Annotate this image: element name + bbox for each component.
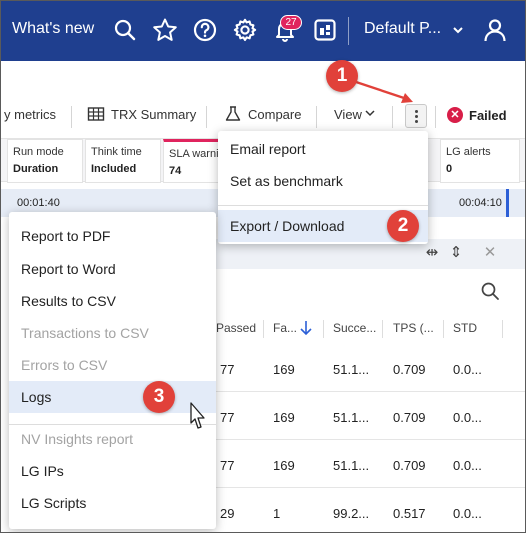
top-header: What's new 27 Default P... — [1, 1, 525, 61]
collapse-vertical-icon[interactable]: ⇕ — [447, 244, 465, 262]
table-cell: 0.709 — [393, 458, 426, 473]
table-cell: 0.517 — [393, 506, 426, 521]
menu-item-lg-scripts[interactable]: LG Scripts — [9, 487, 216, 519]
table-cell: 0.0... — [453, 458, 482, 473]
table-cell: 51.1... — [333, 410, 370, 425]
expand-horizontal-icon[interactable]: ⇹ — [423, 244, 441, 262]
card-think-time: Think time Included — [85, 139, 161, 183]
timeline-end: 00:04:10 — [459, 197, 502, 209]
table-row[interactable]: 77 169 51.1... 0.709 0.0... — [216, 440, 525, 488]
table-cell: 77 — [220, 362, 235, 377]
menu-item-results-csv[interactable]: Results to CSV — [9, 285, 216, 317]
export-submenu: Report to PDF Report to Word Results to … — [9, 212, 216, 529]
table-cell: 29 — [220, 506, 235, 521]
table-cell: 51.1... — [333, 458, 370, 473]
table-cell: 1 — [273, 506, 281, 521]
whats-new-link[interactable]: What's new — [12, 20, 94, 38]
column-header[interactable]: Succe... — [333, 321, 376, 335]
flask-icon — [225, 106, 241, 121]
column-header[interactable]: TPS (... — [393, 321, 434, 335]
toolbar-divider — [316, 106, 317, 128]
toolbar-divider — [206, 106, 207, 128]
close-icon[interactable]: ✕ — [481, 244, 499, 262]
app-window: What's new 27 Default P... y metrics TRX… — [0, 0, 526, 533]
step-marker-2: 2 — [387, 210, 419, 242]
table-cell: 77 — [220, 458, 235, 473]
menu-item-errors-csv: Errors to CSV — [21, 357, 108, 373]
run-status-label: Failed — [469, 108, 507, 123]
column-divider — [443, 320, 444, 338]
card-label: SLA warni — [169, 148, 219, 160]
table-cell: 77 — [220, 410, 235, 425]
card-label: Run mode — [13, 146, 64, 158]
table-row[interactable]: 77 169 51.1... 0.709 0.0... — [216, 392, 525, 440]
column-divider — [263, 320, 264, 338]
card-run-mode: Run mode Duration — [7, 139, 83, 183]
menu-divider — [218, 205, 428, 206]
chevron-down-icon[interactable] — [451, 23, 465, 37]
table-cell: 169 — [273, 458, 295, 473]
trx-summary-button[interactable]: TRX Summary — [111, 107, 196, 122]
toolbar-divider — [435, 106, 436, 128]
column-header[interactable]: STD — [453, 321, 477, 335]
card-value: 74 — [169, 165, 182, 177]
column-header[interactable]: Fa... — [273, 321, 297, 335]
card-sla-warnings: SLA warni 74 — [163, 139, 225, 183]
search-icon[interactable] — [480, 281, 500, 301]
menu-item-lg-ips[interactable]: LG IPs — [9, 455, 216, 487]
table-cell: 51.1... — [333, 362, 370, 377]
card-label: Think time — [91, 146, 142, 158]
card-value: 0 — [446, 163, 453, 175]
table-cell: 0.0... — [453, 506, 482, 521]
table-icon — [87, 107, 105, 121]
step-marker-3: 3 — [143, 381, 175, 413]
table-row[interactable]: 29 1 99.2... 0.517 0.0... — [216, 488, 525, 532]
column-divider — [323, 320, 324, 338]
user-icon[interactable] — [482, 17, 508, 43]
menu-item-nv-insights: NV Insights report — [21, 431, 134, 447]
star-icon[interactable] — [152, 17, 178, 43]
toolbar-divider — [71, 106, 72, 128]
mouse-cursor-icon — [190, 402, 205, 429]
table-cell: 99.2... — [333, 506, 370, 521]
menu-item-email-report[interactable]: Email report — [218, 133, 428, 165]
card-label: LG alerts — [446, 146, 491, 158]
gear-icon[interactable] — [232, 17, 258, 43]
notification-badge: 27 — [280, 15, 302, 30]
header-divider — [348, 17, 349, 45]
table-cell: 169 — [273, 410, 295, 425]
card-value: Duration — [13, 163, 59, 175]
sort-descending-icon[interactable] — [299, 319, 313, 337]
menu-item-set-benchmark[interactable]: Set as benchmark — [218, 165, 428, 197]
column-divider — [382, 320, 383, 338]
search-icon[interactable] — [112, 17, 138, 43]
menu-item-report-word[interactable]: Report to Word — [9, 253, 216, 285]
table-cell: 169 — [273, 362, 295, 377]
timeline-handle[interactable] — [506, 189, 509, 217]
table-row[interactable]: 77 169 51.1... 0.709 0.0... — [216, 344, 525, 392]
compare-button[interactable]: Compare — [248, 107, 301, 122]
card-value: Included — [91, 163, 137, 175]
table-cell: 0.0... — [453, 410, 482, 425]
column-divider — [502, 320, 503, 338]
project-selector[interactable]: Default P... — [364, 20, 441, 38]
table-cell: 0.709 — [393, 362, 426, 377]
step-marker-1: 1 — [326, 60, 358, 92]
menu-item-report-pdf[interactable]: Report to PDF — [9, 220, 216, 252]
card-lg-alerts: LG alerts 0 — [440, 139, 520, 183]
help-icon[interactable] — [192, 17, 218, 43]
menu-item-transactions-csv: Transactions to CSV — [21, 325, 149, 341]
table-cell: 0.709 — [393, 410, 426, 425]
timeline-start: 00:01:40 — [17, 197, 60, 209]
column-header[interactable]: Passed — [216, 321, 256, 335]
table-header: Passed Fa... Succe... TPS (... STD — [216, 313, 525, 343]
menu-item-logs[interactable]: Logs — [9, 381, 216, 413]
dashboard-icon[interactable] — [312, 17, 338, 43]
table-cell: 0.0... — [453, 362, 482, 377]
metrics-button[interactable]: y metrics — [4, 107, 56, 122]
failed-status-icon: ✕ — [447, 107, 463, 123]
